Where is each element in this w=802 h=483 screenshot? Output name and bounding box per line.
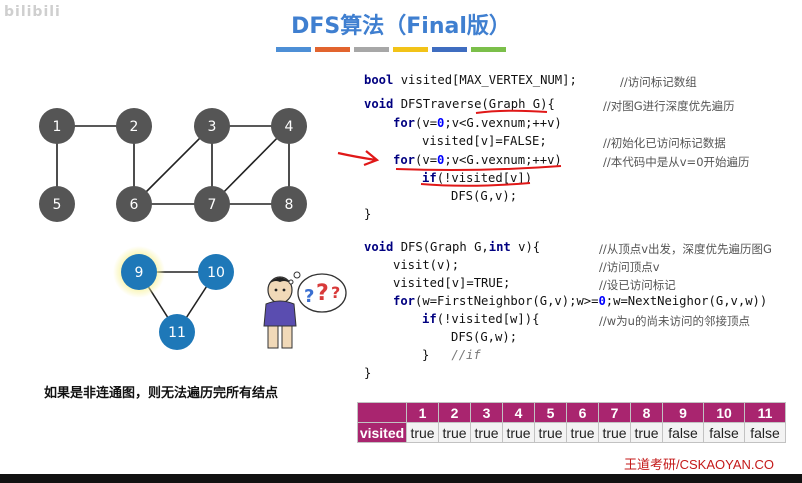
visited-value-10: false [703,422,745,443]
visited-index-1: 1 [406,402,439,423]
visited-index-11: 11 [744,402,786,423]
underline-if-visited [420,182,531,187]
brand-footer: 王道考研/CSKAOYAN.CO [624,457,775,472]
visited-index-5: 5 [534,402,567,423]
visited-value-7: true [598,422,631,443]
visited-table: 1 2 3 4 5 6 7 8 9 10 11 visited true true true true tr… [357,402,786,443]
visited-index-4: 4 [502,402,535,423]
visited-table-corner [357,402,407,423]
visited-index-9: 9 [662,402,704,423]
bottom-bar [0,474,802,483]
visited-value-6: true [566,422,599,443]
underline-graph-g [475,109,548,114]
visited-label: visited [357,422,407,443]
underline-for-loop [395,165,562,171]
arrow-annotation [337,150,380,167]
visited-value-9: false [662,422,704,443]
visited-index-6: 6 [566,402,599,423]
visited-value-11: false [744,422,786,443]
visited-value-4: true [502,422,535,443]
visited-value-1: true [406,422,439,443]
visited-value-5: true [534,422,567,443]
visited-value-3: true [470,422,503,443]
visited-table-header-row: 1 2 3 4 5 6 7 8 9 10 11 [357,402,786,423]
visited-index-2: 2 [438,402,471,423]
visited-index-3: 3 [470,402,503,423]
visited-value-2: true [438,422,471,443]
visited-index-10: 10 [703,402,745,423]
visited-index-7: 7 [598,402,631,423]
visited-index-8: 8 [630,402,663,423]
visited-value-8: true [630,422,663,443]
visited-table-value-row: visited true true true true true true true true… [357,422,786,443]
